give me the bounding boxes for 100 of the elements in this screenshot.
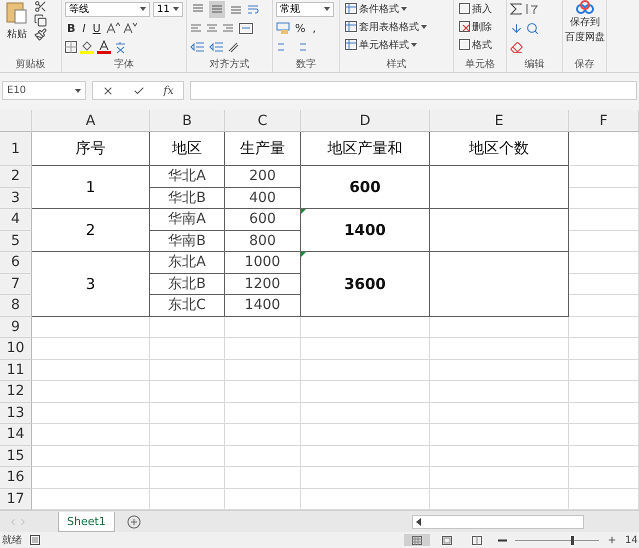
orientation-icon[interactable] (227, 41, 239, 53)
indent-icons[interactable] (190, 42, 224, 52)
row-header[interactable]: 6 (0, 252, 32, 274)
row-header[interactable]: 4 (0, 209, 32, 230)
font-name-dropdown[interactable]: 等线 (65, 2, 150, 16)
header-cell[interactable]: 地区个数 (430, 132, 569, 166)
header-cell[interactable]: 地区 (150, 132, 225, 166)
row-header[interactable]: 12 (0, 381, 32, 402)
cells-menu-button[interactable]: 插入 (457, 0, 494, 17)
insert-function-button[interactable]: fx (163, 84, 174, 97)
table-cell[interactable]: 200 (225, 166, 301, 188)
styles-menu-button[interactable]: 套用表格格式 (343, 18, 429, 35)
zoom-slider-thumb[interactable] (571, 536, 574, 544)
row-header[interactable]: 3 (0, 188, 32, 209)
phonetic-icon[interactable] (114, 40, 127, 54)
empty-cell[interactable] (430, 252, 569, 316)
caret-icon[interactable] (324, 7, 330, 11)
font-style-button[interactable]: U (90, 20, 103, 36)
column-header[interactable]: E (430, 110, 569, 132)
header-cell[interactable]: 地区产量和 (301, 132, 430, 166)
shrink-font-icon[interactable] (122, 22, 137, 34)
save-button-label[interactable]: 百度网盘 (565, 30, 605, 44)
cells-menu-button[interactable]: 删除 (457, 18, 494, 35)
cells-menu-button[interactable]: 格式 (457, 36, 494, 53)
horizontal-scrollbar[interactable] (412, 514, 584, 528)
table-cell[interactable]: 1200 (225, 274, 301, 295)
paintbrush-icon[interactable] (34, 28, 47, 41)
scissors-icon[interactable] (34, 0, 47, 13)
sum-icon[interactable] (510, 3, 522, 15)
merge-cells-icon[interactable] (239, 22, 253, 34)
horizontal-align-icons[interactable] (190, 23, 236, 33)
enter-icon[interactable] (132, 84, 145, 96)
add-sheet-icon[interactable] (126, 514, 141, 528)
macro-record-icon[interactable] (30, 535, 40, 545)
row-header[interactable]: 10 (0, 338, 32, 360)
currency-icon[interactable] (276, 22, 290, 34)
table-cell[interactable]: 东北A (150, 252, 225, 274)
view-button[interactable] (404, 534, 430, 546)
align-button[interactable] (209, 0, 225, 18)
empty-cell[interactable] (430, 166, 569, 209)
table-cell[interactable]: 400 (225, 188, 301, 209)
header-cell[interactable]: 序号 (32, 132, 150, 166)
table-cell[interactable]: 600 (301, 166, 430, 209)
row-header[interactable]: 5 (0, 230, 32, 252)
header-cell[interactable]: 生产量 (225, 132, 301, 166)
row-header[interactable]: 8 (0, 295, 32, 316)
caret-icon[interactable] (411, 42, 417, 46)
name-box[interactable]: E10 (2, 81, 86, 100)
copy-icon[interactable] (34, 14, 47, 27)
fill-down-icon[interactable] (510, 22, 523, 34)
search-icon[interactable] (526, 22, 539, 34)
cloud-logo-icon[interactable] (576, 0, 594, 14)
table-cell[interactable]: 华南A (150, 209, 225, 230)
table-cell[interactable]: 东北C (150, 295, 225, 316)
select-all-corner[interactable] (0, 110, 32, 132)
caret-icon[interactable] (140, 7, 146, 11)
row-header[interactable]: 9 (0, 316, 32, 338)
row-header[interactable]: 11 (0, 360, 32, 381)
fill-color-icon[interactable] (80, 40, 94, 54)
formula-input[interactable] (190, 81, 637, 100)
table-cell[interactable]: 2 (32, 209, 150, 252)
paste-button[interactable]: 粘贴 (5, 25, 29, 42)
cancel-icon[interactable] (102, 84, 114, 96)
row-header[interactable]: 7 (0, 274, 32, 295)
wrap-text-icon[interactable] (247, 4, 259, 14)
zoom-out-icon[interactable] (498, 538, 507, 542)
eraser-icon[interactable] (510, 40, 523, 54)
row-header[interactable]: 15 (0, 446, 32, 467)
column-header[interactable]: D (301, 110, 430, 132)
table-cell[interactable]: 华北B (150, 188, 225, 209)
sheet-tab[interactable]: Sheet1 (58, 512, 115, 532)
table-cell[interactable]: 1400 (301, 209, 430, 252)
column-header[interactable]: A (32, 110, 150, 132)
empty-cell[interactable] (430, 209, 569, 252)
font-style-button[interactable]: B (65, 20, 78, 36)
table-cell[interactable]: 1000 (225, 252, 301, 274)
row-header[interactable]: 17 (0, 488, 32, 510)
font-size-dropdown[interactable]: 11 (153, 2, 183, 16)
table-cell[interactable]: 600 (225, 209, 301, 230)
paste-icon[interactable] (6, 0, 28, 24)
column-header[interactable]: F (569, 110, 639, 132)
styles-menu-button[interactable]: 条件格式 (343, 0, 429, 17)
styles-menu-button[interactable]: 单元格样式 (343, 36, 429, 53)
table-cell[interactable]: 1 (32, 166, 150, 209)
number-format-button[interactable]: , (310, 20, 318, 36)
table-cell[interactable]: 东北B (150, 274, 225, 295)
table-cell[interactable]: 1400 (225, 295, 301, 316)
sort-filter-icon[interactable] (525, 3, 539, 15)
table-cell[interactable]: 3600 (301, 252, 430, 316)
table-cell[interactable]: 800 (225, 230, 301, 252)
row-header[interactable]: 16 (0, 467, 32, 488)
table-cell[interactable]: 3 (32, 252, 150, 316)
caret-icon[interactable] (421, 24, 427, 28)
grow-font-icon[interactable] (106, 22, 120, 34)
save-button-label[interactable]: 保存到 (570, 15, 600, 29)
table-cell[interactable]: 华南B (150, 230, 225, 252)
number-format-button[interactable]: % (293, 20, 308, 36)
caret-icon[interactable] (173, 7, 179, 11)
font-color-icon[interactable] (97, 40, 111, 54)
caret-icon[interactable] (401, 6, 407, 10)
